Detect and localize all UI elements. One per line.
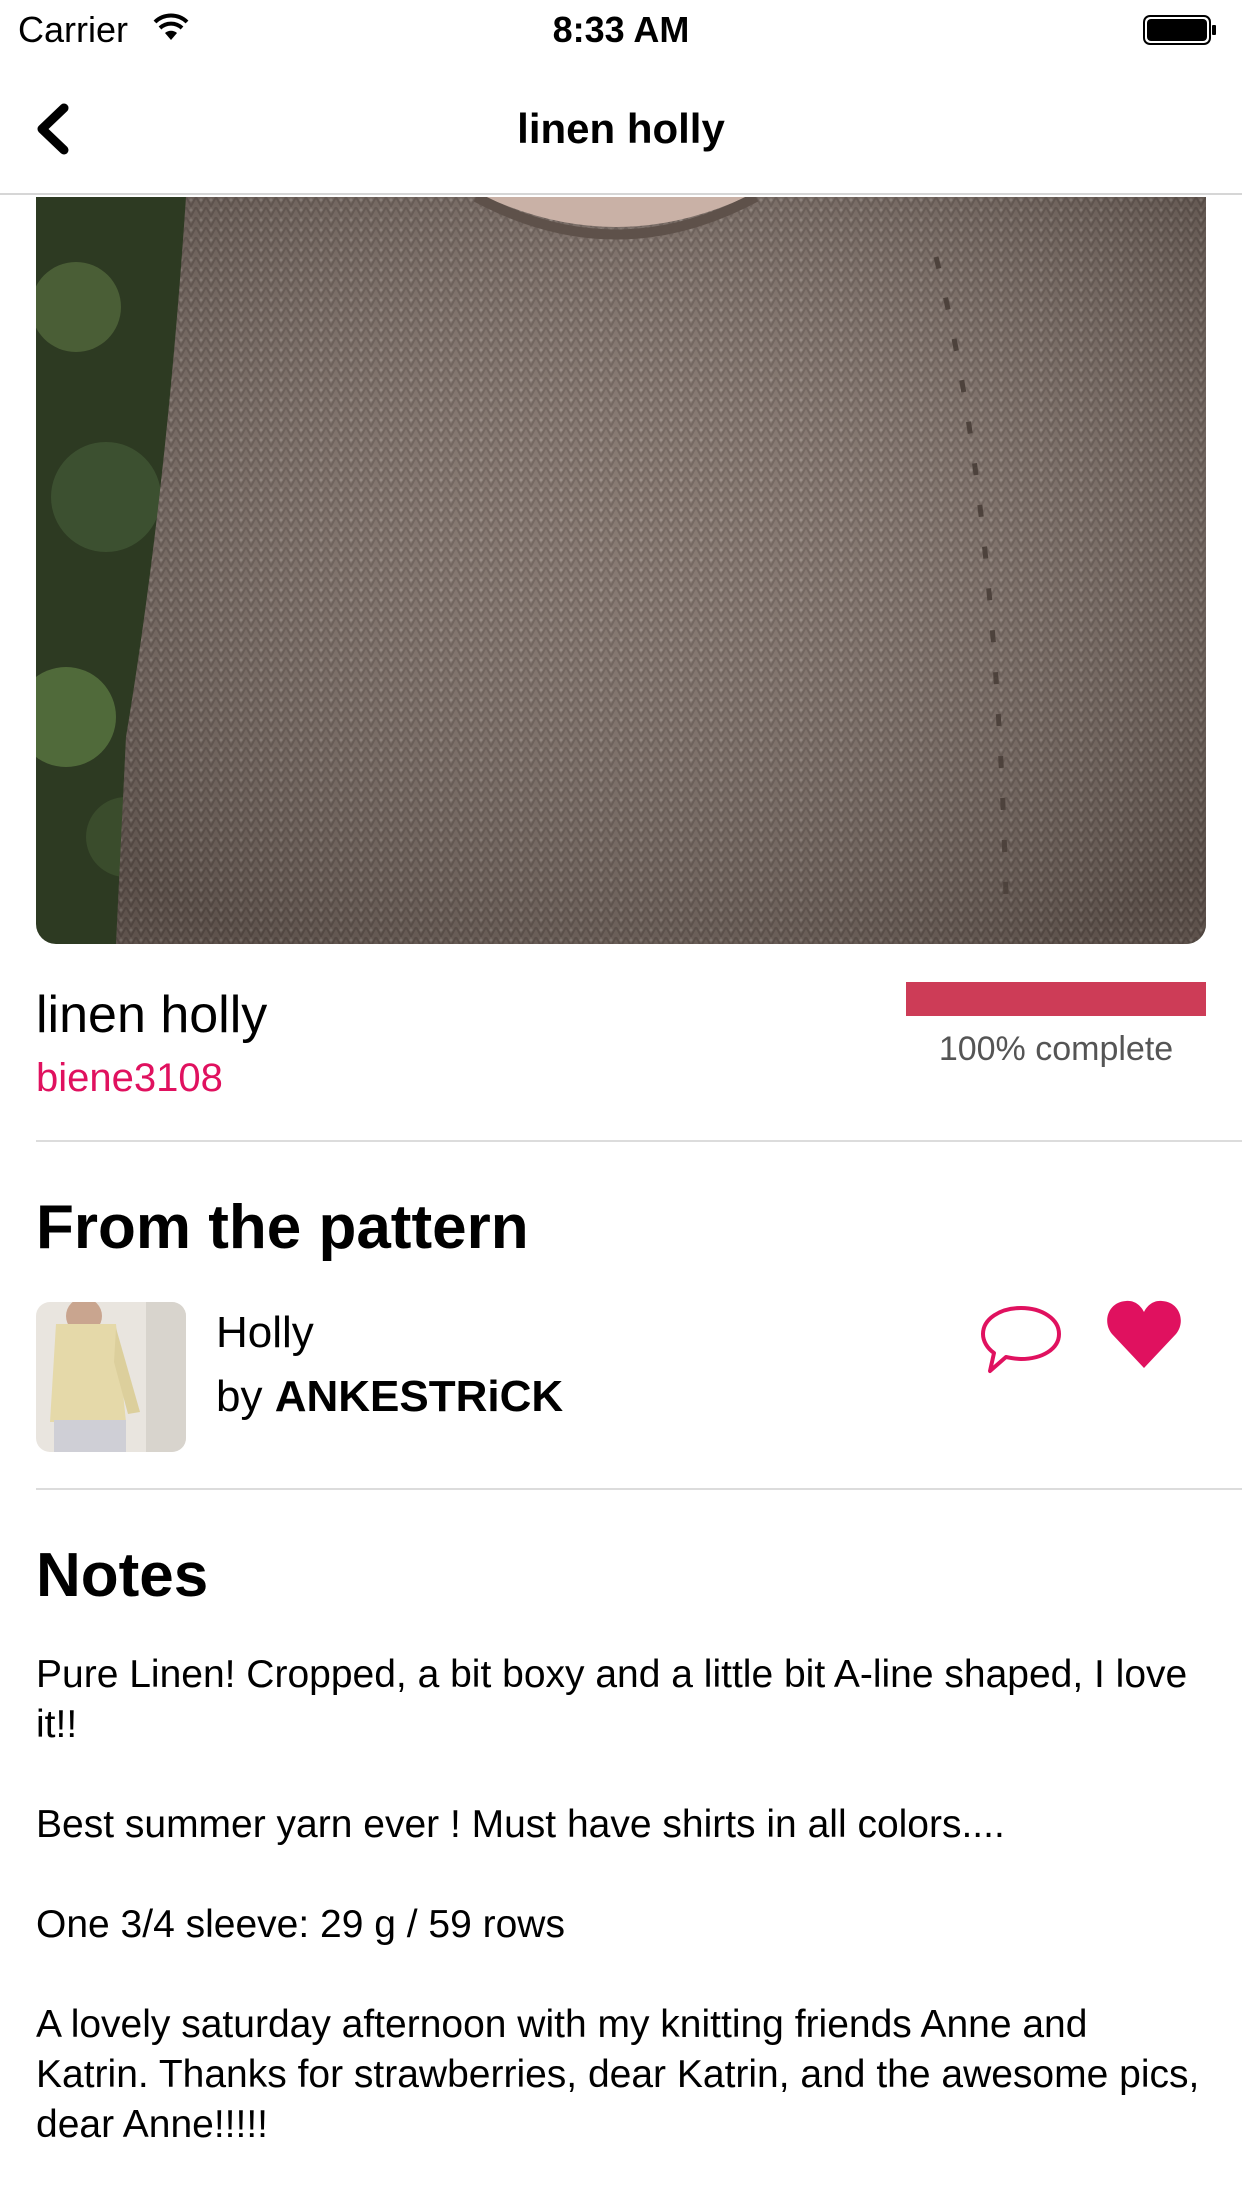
divider [36,1140,1242,1142]
project-photo[interactable] [36,197,1206,944]
notes-body: Pure Linen! Cropped, a bit boxy and a li… [36,1650,1206,2200]
navigation-bar: linen holly [0,60,1242,195]
pattern-name-link[interactable]: Holly [216,1306,314,1360]
divider [36,1488,1242,1490]
heart-icon[interactable] [1106,1298,1182,1370]
pattern-designer[interactable]: by ANKESTRiCK [216,1370,563,1424]
battery-icon [1143,15,1216,45]
pattern-section-title: From the pattern [36,1193,529,1262]
note-paragraph: Pure Linen! Cropped, a bit boxy and a li… [36,1653,1188,1746]
progress-bar-fill [906,982,1206,1016]
designer-name: ANKESTRiCK [274,1372,564,1421]
project-name: linen holly [36,986,268,1044]
note-paragraph: A lovely saturday afternoon with my knit… [36,2003,1200,2146]
status-time: 8:33 AM [552,9,690,50]
progress-label: 100% complete [938,1030,1174,1068]
status-bar: Carrier 8:33 AM [0,0,1242,60]
by-prefix: by [216,1372,263,1421]
progress-bar [906,982,1206,1016]
notes-section-title: Notes [36,1541,209,1610]
note-paragraph: One 3/4 sleeve: 29 g / 59 rows [36,1903,565,1946]
project-username-link[interactable]: biene3108 [36,1054,223,1102]
pattern-thumbnail[interactable] [36,1302,186,1452]
speech-bubble-icon[interactable] [978,1303,1064,1377]
nav-title: linen holly [517,105,725,152]
note-paragraph: Best summer yarn ever ! Must have shirts… [36,1803,1005,1846]
